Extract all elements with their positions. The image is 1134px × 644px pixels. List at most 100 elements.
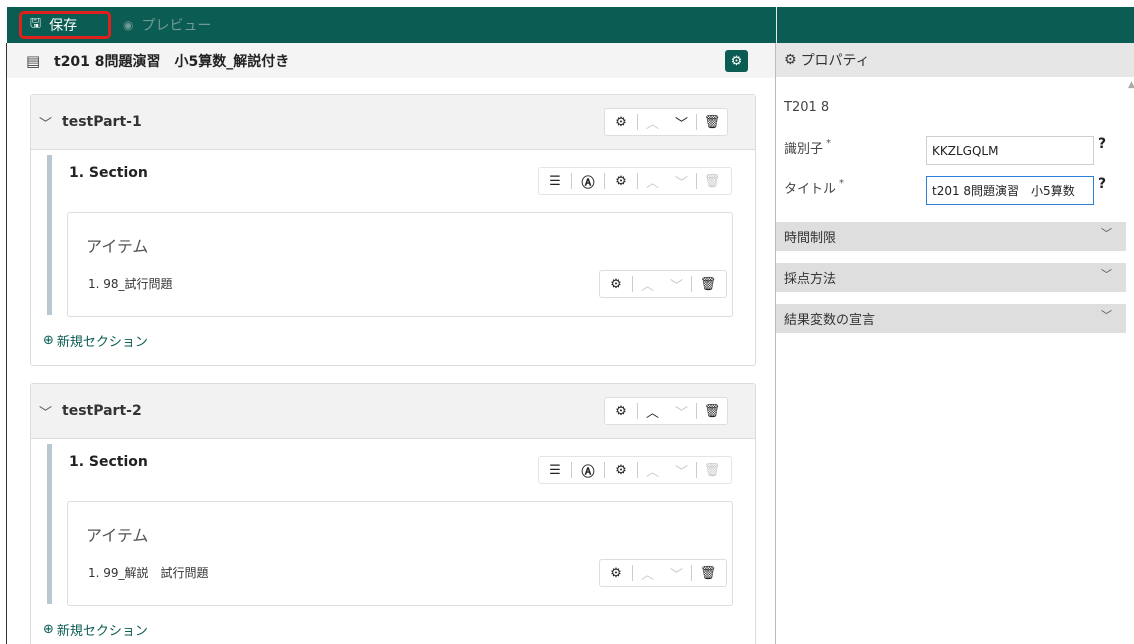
test-settings-button[interactable]: ⚙ [725,50,748,72]
test-part-name: testPart-1 [62,114,142,130]
items-box: アイテム 1. 98_試行問題 ⚙ ︿ ﹀ 🗑 [67,212,733,317]
move-up-icon: ︿ [645,175,659,191]
panel-divider [775,43,776,644]
gears-icon: ⚙ [784,52,797,68]
required-mark: * [839,178,845,189]
delete-icon[interactable]: 🗑 [697,398,727,424]
test-part-header[interactable]: ﹀ testPart-1 ⚙ ︿ ﹀ 🗑 [31,95,755,150]
test-part-name: testPart-2 [62,403,142,419]
items-label: アイテム [86,526,149,545]
chevron-down-icon: ﹀ [1101,268,1112,281]
toolbar-divider [776,7,777,43]
test-title-bar: ▤ t201 8問題演習 小5算数_解説付き ⚙ [7,43,775,78]
preview-button[interactable]: ◉ プレビュー [115,11,235,39]
test-part-controls: ⚙ ︿ ﹀ 🗑 [604,397,728,425]
save-icon: 🖫 [30,16,42,31]
title-value: t201 8問題演習 小5算数 [932,184,1075,198]
add-item-icon[interactable]: ☰ [539,168,571,194]
move-down-icon: ﹀ [669,567,683,583]
scoring-section[interactable]: 採点方法 ﹀ [776,263,1126,292]
move-up-icon[interactable]: ︿ [638,398,667,424]
left-frame-border [6,43,7,644]
test-part-2: ﹀ testPart-2 ⚙ ︿ ﹀ 🗑 1. Section ☰ Ⓐ ⚙ ︿ … [30,383,756,644]
items-box: アイテム 1. 99_解説 試行問題 ⚙ ︿ ﹀ 🗑 [67,501,733,606]
title-label: タイトル * [784,178,844,197]
collapse-chevron-icon[interactable]: ﹀ [39,113,52,132]
test-identifier-heading: T201 8 [784,100,830,115]
test-title: t201 8問題演習 小5算数_解説付き [54,53,290,70]
time-limits-label: 時間制限 [784,231,837,246]
item-controls: ⚙ ︿ ﹀ 🗑 [599,559,727,587]
identifier-value: KKZLGQLM [932,143,999,158]
section-title: 1. Section [69,165,148,181]
delete-icon[interactable]: 🗑 [692,560,724,586]
section-indicator-bar [47,444,52,604]
title-field[interactable]: t201 8問題演習 小5算数 [926,176,1094,205]
title-label-text: タイトル [784,182,837,197]
plus-circle-icon: ⊕ [43,333,54,348]
move-down-icon: ﹀ [674,464,688,480]
title-help[interactable]: ? [1098,176,1106,192]
scroll-up-icon[interactable]: ▲ [1128,80,1134,90]
outcome-declarations-label: 結果変数の宣言 [784,313,876,328]
test-part-header[interactable]: ﹀ testPart-2 ⚙ ︿ ﹀ 🗑 [31,384,755,439]
test-part-1: ﹀ testPart-1 ⚙ ︿ ﹀ 🗑 1. Section ☰ Ⓐ ⚙ ︿ … [30,94,756,366]
gears-icon[interactable]: ⚙ [605,109,637,135]
section-title: 1. Section [69,454,148,470]
delete-icon[interactable]: 🗑 [697,109,727,135]
properties-header: ⚙ プロパティ [776,43,1134,77]
add-item-icon[interactable]: ☰ [539,457,571,483]
move-up-icon: ︿ [645,464,659,480]
outcome-declarations-section[interactable]: 結果変数の宣言 ﹀ [776,304,1126,333]
document-icon: ▤ [26,51,41,70]
time-limits-section[interactable]: 時間制限 ﹀ [776,222,1126,251]
move-down-icon: ﹀ [674,405,688,421]
move-down-icon[interactable]: ﹀ [667,109,696,135]
new-section-link[interactable]: ⊕ 新規セクション [43,331,148,350]
identifier-label: 識別子 * [784,138,831,157]
gears-icon[interactable]: ⚙ [605,168,637,194]
save-button[interactable]: 🖫 保存 [19,11,111,39]
new-section-link[interactable]: ⊕ 新規セクション [43,620,148,639]
item-controls: ⚙ ︿ ﹀ 🗑 [599,270,727,298]
scoring-label: 採点方法 [784,272,837,287]
section-block: 1. Section ☰ Ⓐ ⚙ ︿ ﹀ 🗑 アイテム 1. 98_試行問題 ⚙… [47,155,739,317]
section-controls: ☰ Ⓐ ⚙ ︿ ﹀ 🗑 [538,456,732,484]
move-down-icon: ﹀ [669,278,683,294]
collapse-chevron-icon[interactable]: ﹀ [39,402,52,421]
gears-icon[interactable]: ⚙ [605,457,637,483]
section-block: 1. Section ☰ Ⓐ ⚙ ︿ ﹀ 🗑 アイテム 1. 99_解説 試行問… [47,444,739,606]
gears-icon[interactable]: ⚙ [600,560,632,586]
new-section-label: 新規セクション [56,624,148,639]
delete-icon: 🗑 [703,462,721,478]
delete-icon: 🗑 [703,173,721,189]
delete-icon[interactable]: 🗑 [692,271,724,297]
new-section-label: 新規セクション [56,335,148,350]
item-name[interactable]: 1. 98_試行問題 [88,275,173,292]
identifier-help[interactable]: ? [1098,136,1106,152]
properties-title: プロパティ [800,53,870,69]
identifier-field[interactable]: KKZLGQLM [926,136,1094,165]
identifier-label-text: 識別子 [784,142,824,157]
eye-icon: ◉ [123,18,134,32]
section-controls: ☰ Ⓐ ⚙ ︿ ﹀ 🗑 [538,167,732,195]
move-down-icon: ﹀ [674,175,688,191]
rubric-block-icon[interactable]: Ⓐ [572,168,604,194]
save-label: 保存 [49,18,78,34]
items-label: アイテム [86,237,149,256]
preview-label: プレビュー [141,18,212,34]
chevron-down-icon: ﹀ [1101,309,1112,322]
test-part-controls: ⚙ ︿ ﹀ 🗑 [604,108,728,136]
move-up-icon: ︿ [640,278,654,294]
top-toolbar: 🖫 保存 ◉ プレビュー [7,7,1134,43]
gears-icon[interactable]: ⚙ [600,271,632,297]
item-name[interactable]: 1. 99_解説 試行問題 [88,564,209,581]
section-indicator-bar [47,155,52,315]
move-up-icon: ︿ [640,567,654,583]
gears-icon: ⚙ [730,53,743,69]
required-mark: * [826,138,832,149]
chevron-down-icon: ﹀ [1101,227,1112,240]
gears-icon[interactable]: ⚙ [605,398,637,424]
plus-circle-icon: ⊕ [43,622,54,637]
rubric-block-icon[interactable]: Ⓐ [572,457,604,483]
